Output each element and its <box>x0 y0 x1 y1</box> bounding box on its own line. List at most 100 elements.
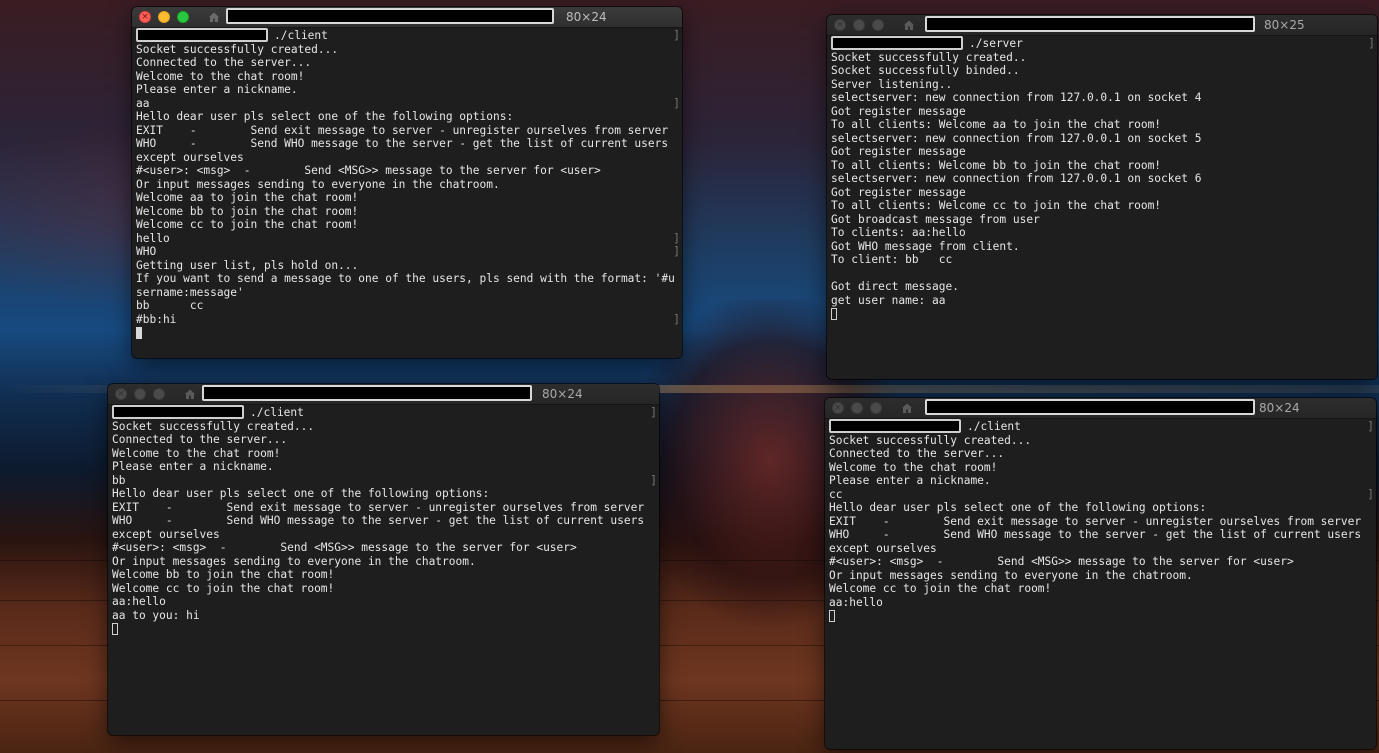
terminal-line: Or input messages sending to everyone in… <box>829 569 1366 583</box>
terminal-line-text: Welcome cc to join the chat room! <box>829 582 1052 595</box>
close-window-button[interactable]: × <box>834 19 846 31</box>
terminal-line-text: except ourselves <box>829 541 937 555</box>
terminal-line: WHO - Send WHO message to the server - g… <box>136 137 672 151</box>
terminal-window-client-cc[interactable]: × 80×24 ./client] Socket successfully cre… <box>825 398 1376 749</box>
terminal-output[interactable]: ./client] Socket successfully created... C… <box>112 405 657 735</box>
terminal-line: Socket successfully created... <box>829 434 1366 448</box>
terminal-line: #<user>: <msg> - Send <MSG>> message to … <box>112 541 649 555</box>
terminal-line-text: Hello dear user pls select one of the fo… <box>136 110 514 123</box>
terminal-line: Hello dear user pls select one of the fo… <box>829 501 1366 515</box>
minimize-window-button[interactable] <box>853 19 865 31</box>
terminal-line-text: Got register message <box>831 185 966 199</box>
redacted-prompt <box>136 28 268 42</box>
terminal-line-text: Got register message <box>831 145 966 158</box>
desktop-wallpaper: × 80×24 ./client] Socket successfully cre… <box>0 0 1379 753</box>
maximize-window-button[interactable] <box>870 402 882 414</box>
terminal-line: ./server] <box>831 36 1375 51</box>
terminal-line-text: #bb:hi <box>136 312 177 326</box>
terminal-line-text: Socket successfully created.. <box>831 50 1027 64</box>
terminal-line: Welcome to the chat room! <box>829 461 1366 475</box>
minimize-window-button[interactable] <box>158 11 170 23</box>
terminal-line: Hello dear user pls select one of the fo… <box>112 487 649 501</box>
terminal-line-text: Server listening.. <box>831 77 953 91</box>
terminal-line: Welcome to the chat room! <box>112 447 649 461</box>
terminal-line: To all clients: Welcome bb to join the c… <box>831 159 1367 173</box>
close-icon: × <box>141 12 149 22</box>
terminal-size-label: 80×25 <box>1264 18 1305 32</box>
terminal-line-text: Welcome bb to join the chat room! <box>112 568 335 581</box>
close-window-button[interactable]: × <box>115 388 127 400</box>
terminal-line-text: Or input messages sending to everyone in… <box>136 177 500 191</box>
terminal-line: Socket successfully created... <box>136 43 672 57</box>
terminal-line-text: WHO - Send WHO message to the server - g… <box>136 137 669 150</box>
window-titlebar[interactable]: × 80×25 <box>827 15 1377 36</box>
terminal-line: aa to you: hi <box>112 609 649 623</box>
terminal-size-label: 80×24 <box>542 387 583 401</box>
terminal-line: #bb:hi] <box>136 312 680 327</box>
maximize-window-button[interactable] <box>872 19 884 31</box>
terminal-line: Welcome cc to join the chat room! <box>829 582 1366 596</box>
close-window-button[interactable]: × <box>832 402 844 414</box>
terminal-line: Server listening.. <box>831 78 1367 92</box>
terminal-line: EXIT - Send exit message to server - unr… <box>112 501 649 515</box>
home-folder-icon <box>902 403 912 413</box>
terminal-line-text: Socket successfully created... <box>112 419 315 433</box>
terminal-line: hello] <box>136 232 680 246</box>
terminal-line: Or input messages sending to everyone in… <box>112 555 649 569</box>
terminal-line-text: To client: bb cc <box>831 253 953 266</box>
terminal-line: ./client] <box>112 405 657 420</box>
command-mark-bracket: ] <box>650 406 657 419</box>
terminal-line-text: If you want to send a message to one of … <box>136 272 675 285</box>
close-window-button[interactable]: × <box>139 11 151 23</box>
terminal-line-text: Or input messages sending to everyone in… <box>112 554 476 568</box>
maximize-window-button[interactable] <box>153 388 165 400</box>
window-titlebar[interactable]: × 80×24 <box>132 7 682 28</box>
terminal-line: aa:hello <box>112 595 649 609</box>
command-mark-bracket: ] <box>673 231 680 245</box>
window-titlebar[interactable]: × 80×24 <box>108 384 659 405</box>
command-mark-bracket: ] <box>1368 37 1375 50</box>
terminal-line: except ourselves <box>136 151 672 165</box>
home-folder-icon <box>904 20 914 30</box>
redacted-window-title <box>226 8 554 24</box>
terminal-output[interactable]: ./server] Socket successfully created.. So… <box>831 36 1375 379</box>
terminal-window-client-bb[interactable]: × 80×24 ./client] Socket successfully cre… <box>108 384 659 735</box>
terminal-line: EXIT - Send exit message to server - unr… <box>829 515 1366 529</box>
terminal-line-text: Got broadcast message from user <box>831 212 1040 226</box>
command-mark-bracket: ] <box>673 29 680 42</box>
minimize-window-button[interactable] <box>851 402 863 414</box>
terminal-line-text: EXIT - Send exit message to server - unr… <box>136 123 669 137</box>
command-mark-bracket: ] <box>673 312 680 326</box>
terminal-line: sername:message' <box>136 286 672 300</box>
terminal-line-text: Got WHO message from client. <box>831 239 1020 253</box>
terminal-line: cc] <box>829 488 1374 502</box>
terminal-line-text: selectserver: new connection from 127.0.… <box>831 172 1202 185</box>
maximize-window-button[interactable] <box>177 11 189 23</box>
terminal-line: Connected to the server... <box>136 56 672 70</box>
terminal-line: aa:hello <box>829 596 1366 610</box>
terminal-line: To clients: aa:hello <box>831 226 1367 240</box>
terminal-line-text: To clients: aa:hello <box>831 226 966 239</box>
terminal-line-text: To all clients: Welcome aa to join the c… <box>831 118 1162 131</box>
terminal-output[interactable]: ./client] Socket successfully created... C… <box>829 419 1374 749</box>
terminal-line-text: Socket successfully created... <box>829 433 1032 447</box>
terminal-line-text: Got register message <box>831 104 966 118</box>
terminal-line: Welcome bb to join the chat room! <box>136 205 672 219</box>
terminal-line: ./client] <box>829 419 1374 434</box>
command-mark-bracket: ] <box>1367 487 1374 501</box>
terminal-line: bb] <box>112 474 657 488</box>
terminal-line <box>136 326 672 340</box>
minimize-window-button[interactable] <box>134 388 146 400</box>
terminal-line: Got register message <box>831 105 1367 119</box>
home-folder-icon <box>185 389 195 399</box>
terminal-line: Connected to the server... <box>112 433 649 447</box>
terminal-line-text: WHO <box>136 245 157 258</box>
terminal-line: Connected to the server... <box>829 447 1366 461</box>
terminal-output[interactable]: ./client] Socket successfully created... C… <box>136 28 680 358</box>
terminal-window-client-aa[interactable]: × 80×24 ./client] Socket successfully cre… <box>132 7 682 358</box>
window-titlebar[interactable]: × 80×24 <box>825 398 1376 419</box>
terminal-line: If you want to send a message to one of … <box>136 272 675 286</box>
terminal-window-server[interactable]: × 80×25 ./server] Socket successfully cre… <box>827 15 1377 379</box>
terminal-line: Welcome aa to join the chat room! <box>136 191 672 205</box>
terminal-line-text: ./server <box>969 37 1023 50</box>
